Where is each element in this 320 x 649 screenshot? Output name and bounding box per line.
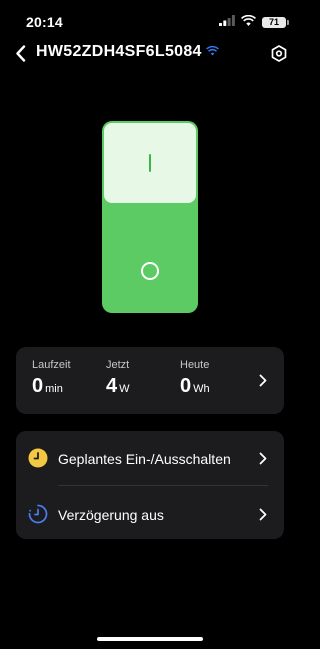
cellular-signal-icon xyxy=(219,13,235,31)
chevron-right-icon xyxy=(259,452,267,465)
home-indicator[interactable] xyxy=(97,637,203,641)
scheduled-on-off-label: Geplantes Ein-/Ausschalten xyxy=(58,451,231,467)
switch-on-segment xyxy=(104,123,196,203)
stat-value: 0 xyxy=(180,375,192,397)
row-divider xyxy=(58,485,268,486)
schedule-card: Geplantes Ein-/Ausschalten Verzögerung a… xyxy=(16,431,284,539)
stat-value: 4 xyxy=(106,375,118,397)
status-time: 20:14 xyxy=(26,14,63,30)
device-title: HW52ZDH4SF6L5084 xyxy=(36,43,202,60)
stat-unit: Wh xyxy=(193,383,210,395)
stat-value: 0 xyxy=(32,375,44,397)
delay-off-row[interactable]: Verzögerung aus xyxy=(16,487,284,541)
stat-runtime: Laufzeit 0 min xyxy=(32,359,71,398)
stat-current-power: Jetzt 4W xyxy=(106,359,130,398)
energy-stats-card[interactable]: Laufzeit 0 min Jetzt 4W Heute 0 Wh xyxy=(16,347,284,414)
stat-label: Heute xyxy=(180,359,210,371)
settings-button[interactable] xyxy=(268,42,290,64)
stat-label: Jetzt xyxy=(106,359,130,371)
back-button[interactable] xyxy=(10,42,30,64)
chevron-right-icon xyxy=(259,374,267,387)
battery-icon: 71 xyxy=(262,16,289,28)
off-indicator-icon xyxy=(141,262,159,280)
clock-icon xyxy=(28,448,48,468)
timer-icon xyxy=(28,504,48,524)
on-indicator-icon xyxy=(149,154,151,172)
delay-off-label: Verzögerung aus xyxy=(58,507,164,523)
stat-label: Laufzeit xyxy=(32,359,71,371)
stat-unit: W xyxy=(119,383,130,395)
wifi-connected-icon xyxy=(205,43,219,61)
status-icons: 71 xyxy=(219,13,289,31)
settings-hexagon-icon xyxy=(271,44,287,62)
power-switch[interactable] xyxy=(102,121,198,313)
chevron-left-icon xyxy=(15,44,25,62)
wifi-status-icon xyxy=(241,13,256,31)
device-title-group: HW52ZDH4SF6L5084 xyxy=(36,43,219,61)
scheduled-on-off-row[interactable]: Geplantes Ein-/Ausschalten xyxy=(16,431,284,485)
stat-unit: min xyxy=(45,383,63,395)
chevron-right-icon xyxy=(259,508,267,521)
stat-today-energy: Heute 0 Wh xyxy=(180,359,210,398)
